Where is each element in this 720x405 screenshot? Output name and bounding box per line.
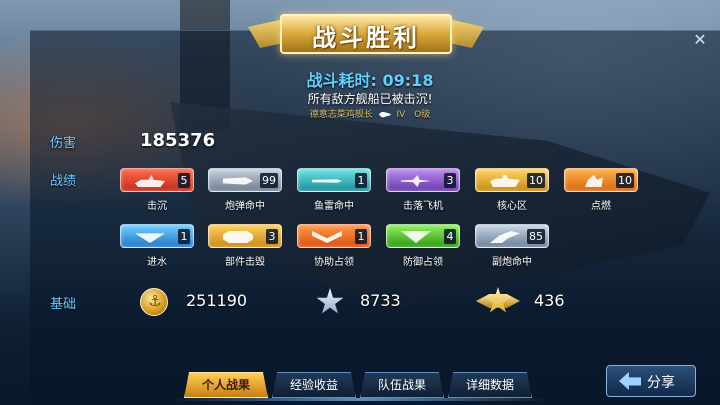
stat-badge: 3 — [208, 224, 282, 248]
stat-planes-downed: 3 击落飞机 — [386, 168, 460, 212]
credits-value: 251190 — [186, 291, 248, 310]
stat-badge: 85 — [475, 224, 549, 248]
stat-flooding: 1 进水 — [120, 224, 194, 268]
battle-duration: 战斗耗时: 09:18 — [306, 71, 434, 90]
stat-name: 协助占领 — [314, 257, 354, 268]
record-label: 战绩 — [50, 174, 77, 189]
stat-count: 1 — [178, 229, 190, 244]
stat-assist-capture: 1 协助占领 — [297, 224, 371, 268]
stat-count: 10 — [616, 173, 634, 188]
stat-name: 副炮命中 — [492, 257, 532, 268]
tab-team-results[interactable]: 队伍战果 — [360, 372, 444, 398]
player-grade: O级 — [414, 110, 431, 120]
torpedo-icon — [312, 179, 342, 183]
stat-badge: 4 — [386, 224, 460, 248]
chevron-icon — [312, 231, 342, 243]
stat-fires: 10 点燃 — [564, 168, 638, 212]
close-button[interactable]: ✕ — [688, 32, 712, 50]
stat-badge: 1 — [297, 224, 371, 248]
free-exp-value: 436 — [534, 291, 565, 310]
stat-name: 点燃 — [591, 201, 611, 212]
credits-coin-icon — [140, 288, 169, 316]
stat-badge: 10 — [475, 168, 549, 192]
stat-count: 10 — [527, 173, 545, 188]
stat-badge: 99 — [208, 168, 282, 192]
stat-name: 炮弹命中 — [225, 201, 265, 212]
damage-value: 185376 — [140, 130, 216, 151]
stat-count: 5 — [178, 173, 190, 188]
victory-title: 战斗胜利 — [312, 24, 420, 52]
stat-badge: 3 — [386, 168, 460, 192]
stat-count: 85 — [527, 229, 545, 244]
base-label: 基础 — [50, 297, 77, 312]
stat-torpedo-hits: 1 鱼雷命中 — [297, 168, 371, 212]
share-button[interactable]: 分享 — [606, 365, 696, 397]
stat-count: 3 — [266, 229, 278, 244]
stat-name: 防御占领 — [403, 257, 443, 268]
tab-rail — [170, 398, 550, 401]
stat-badge: 1 — [120, 224, 194, 248]
tab-personal-results[interactable]: 个人战果 — [184, 372, 268, 398]
cannon-icon — [490, 231, 520, 243]
fire-icon — [585, 175, 603, 187]
stat-count: 99 — [260, 173, 278, 188]
player-name: 德意志菜鸡舰长 — [309, 110, 373, 120]
player-tier: IV — [396, 110, 406, 120]
stat-name: 击沉 — [147, 201, 167, 212]
warship-icon — [135, 175, 165, 187]
battle-message: 所有敌方舰船已被击沉! — [307, 92, 433, 106]
stat-badge: 5 — [120, 168, 194, 192]
defense-icon — [401, 231, 431, 243]
stat-name: 鱼雷命中 — [314, 201, 354, 212]
shell-icon — [223, 177, 253, 185]
stat-badge: 10 — [564, 168, 638, 192]
share-arrow-icon — [619, 372, 641, 390]
stat-kills: 5 击沉 — [120, 168, 194, 212]
victory-banner: 战斗胜利 — [248, 8, 484, 60]
exp-value: 8733 — [360, 291, 401, 310]
stat-name: 核心区 — [497, 201, 527, 212]
gear-icon — [223, 231, 253, 243]
stat-badge: 1 — [297, 168, 371, 192]
flooding-icon — [135, 233, 165, 243]
stat-shell-hits: 99 炮弹命中 — [208, 168, 282, 212]
stat-secondary-hits: 85 副炮命中 — [475, 224, 549, 268]
tab-experience-earnings[interactable]: 经验收益 — [272, 372, 356, 398]
stat-citadel: 10 核心区 — [475, 168, 549, 212]
stat-count: 3 — [444, 173, 456, 188]
stat-count: 1 — [355, 229, 367, 244]
stat-name: 击落飞机 — [403, 201, 443, 212]
share-label: 分享 — [647, 375, 675, 391]
ship-class-icon — [378, 111, 391, 118]
stat-name: 进水 — [147, 257, 167, 268]
stat-count: 4 — [444, 229, 456, 244]
stat-modules-destroyed: 3 部件击毁 — [208, 224, 282, 268]
player-info: 德意志菜鸡舰长 IV O级 — [270, 107, 470, 120]
stat-count: 1 — [355, 173, 367, 188]
damage-label: 伤害 — [50, 136, 77, 151]
aircraft-icon — [401, 175, 431, 187]
stat-defend-capture: 4 防御占领 — [386, 224, 460, 268]
tab-detailed-data[interactable]: 详细数据 — [448, 372, 532, 398]
stat-name: 部件击毁 — [225, 257, 265, 268]
citadel-icon — [490, 175, 520, 187]
